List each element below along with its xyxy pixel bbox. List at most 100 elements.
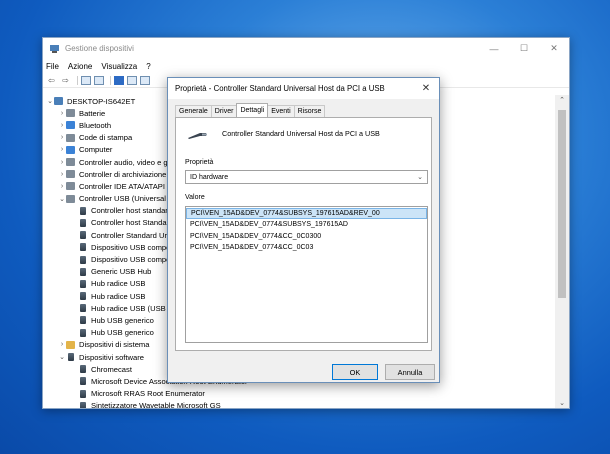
vertical-scrollbar[interactable]: ⌃ ⌄	[555, 95, 569, 408]
usb-device-icon	[80, 292, 86, 301]
ide-icon	[66, 182, 75, 191]
list-view-icon[interactable]	[127, 75, 137, 85]
tree-item-label: DESKTOP-IS642ET	[67, 96, 136, 106]
tree-item-label: Controller IDE ATA/ATAPI	[79, 181, 165, 191]
usb-device-icon	[80, 231, 86, 240]
tree-item-label: Sintetizzatore Wavetable Microsoft GS	[91, 401, 221, 408]
usb-device-icon	[80, 243, 86, 252]
maximize-button[interactable]: ☐	[509, 38, 539, 59]
tab-dettagli[interactable]: Dettagli	[236, 103, 269, 117]
chevron-right-icon[interactable]: ›	[58, 110, 66, 117]
menu-help[interactable]: ?	[146, 62, 150, 71]
chevron-right-icon[interactable]: ›	[58, 183, 66, 190]
minimize-button[interactable]: —	[479, 38, 509, 59]
tree-item-label: Controller host Standard	[91, 218, 174, 228]
dialog-close-button[interactable]: ✕	[413, 78, 439, 99]
tree-item-label: Hub radice USB	[91, 279, 146, 289]
computer-root-icon	[54, 97, 63, 106]
scroll-up-icon[interactable]: ⌃	[555, 96, 569, 104]
usb-device-icon	[80, 267, 86, 276]
window-title: Gestione dispositivi	[65, 44, 134, 53]
cancel-button[interactable]: Annulla	[385, 364, 435, 380]
property-label: Proprietà	[185, 159, 214, 166]
software-device-icon	[68, 353, 74, 362]
chevron-down-icon[interactable]: ⌄	[58, 353, 66, 361]
tab-risorse[interactable]: Risorse	[293, 105, 326, 117]
value-item[interactable]: PCI\VEN_15AD&DEV_0774&CC_0C0300	[186, 231, 427, 242]
tree-item-label: Code di stampa	[79, 133, 133, 143]
usb-controller-icon	[186, 130, 208, 140]
value-item[interactable]: PCI\VEN_15AD&DEV_0774&SUBSYS_197615AD&RE…	[186, 208, 427, 220]
menu-visualizza[interactable]: Visualizza	[101, 62, 137, 71]
tree-item[interactable]: Microsoft RRAS Root Enumerator	[43, 388, 555, 400]
tree-item-label: Hub USB generico	[91, 328, 154, 338]
tree-item-label: Hub USB generico	[91, 315, 154, 325]
menu-bar: File Azione Visualizza ?	[43, 59, 569, 73]
software-item-icon	[80, 389, 86, 398]
printer-icon	[66, 133, 75, 142]
usb-device-icon	[80, 328, 86, 337]
scrollbar-thumb[interactable]	[558, 110, 566, 298]
title-bar[interactable]: Gestione dispositivi — ☐ ✕	[43, 38, 569, 59]
monitor-icon	[66, 145, 75, 154]
menu-azione[interactable]: Azione	[68, 62, 92, 71]
dialog-title: Proprietà - Controller Standard Universa…	[175, 84, 385, 93]
usb-device-icon	[80, 255, 86, 264]
system-folder-icon	[66, 340, 75, 349]
properties-icon[interactable]	[94, 75, 104, 85]
chevron-right-icon[interactable]: ›	[58, 134, 66, 141]
tab-generale[interactable]: Generale	[175, 105, 212, 117]
close-button[interactable]: ✕	[539, 38, 569, 59]
value-label: Valore	[185, 194, 205, 201]
device-name: Controller Standard Universal Host da PC…	[222, 129, 380, 138]
usb-icon	[66, 194, 75, 203]
tree-item-label: Microsoft RRAS Root Enumerator	[91, 389, 205, 399]
chevron-down-icon[interactable]: ⌄	[58, 195, 66, 203]
usb-device-icon	[80, 279, 86, 288]
tab-driver[interactable]: Driver	[210, 105, 238, 117]
ok-button[interactable]: OK	[332, 364, 378, 380]
chevron-right-icon[interactable]: ›	[58, 341, 66, 348]
storage-icon	[66, 170, 75, 179]
chevron-right-icon[interactable]: ›	[58, 171, 66, 178]
software-item-icon	[80, 377, 86, 386]
toolbar-divider	[77, 75, 78, 85]
tree-item-label: Controller di archiviazione	[79, 169, 167, 179]
tree-item-label: Bluetooth	[79, 120, 112, 130]
tree-item-label: Generic USB Hub	[91, 267, 152, 277]
scan-icon[interactable]	[140, 75, 150, 85]
usb-device-icon	[80, 316, 86, 325]
chevron-right-icon[interactable]: ›	[58, 159, 66, 166]
properties-dialog: Proprietà - Controller Standard Universa…	[167, 77, 440, 383]
software-item-icon	[80, 365, 86, 374]
tab-strip: Generale Driver Dettagli Eventi Risorse	[175, 103, 326, 117]
tree-item-label: Dispositivi di sistema	[79, 340, 150, 350]
value-list[interactable]: PCI\VEN_15AD&DEV_0774&SUBSYS_197615AD&RE…	[185, 206, 428, 343]
menu-file[interactable]: File	[46, 62, 59, 71]
tab-eventi[interactable]: Eventi	[267, 105, 295, 117]
property-select[interactable]: ID hardware ⌄	[185, 170, 428, 184]
usb-device-icon	[80, 206, 86, 215]
tree-item[interactable]: Sintetizzatore Wavetable Microsoft GS	[43, 400, 555, 408]
chevron-down-icon: ⌄	[417, 174, 423, 181]
usb-device-icon	[80, 304, 86, 313]
forward-arrow-icon[interactable]: ⇨	[60, 76, 71, 85]
scroll-down-icon[interactable]: ⌄	[555, 399, 569, 407]
value-item[interactable]: PCI\VEN_15AD&DEV_0774&CC_0C03	[186, 242, 427, 253]
tree-item-label: Computer	[79, 145, 113, 155]
dialog-title-bar[interactable]: Proprietà - Controller Standard Universa…	[168, 78, 439, 99]
tree-item-label: Controller host standard	[91, 206, 173, 216]
chevron-right-icon[interactable]: ›	[58, 146, 66, 153]
help-icon[interactable]	[114, 75, 124, 85]
grid-view-icon[interactable]	[81, 75, 91, 85]
value-item[interactable]: PCI\VEN_15AD&DEV_0774&SUBSYS_197615AD	[186, 219, 427, 230]
chevron-right-icon[interactable]: ›	[58, 122, 66, 129]
property-select-value: ID hardware	[190, 173, 229, 181]
tree-item-label: Chromecast	[91, 364, 132, 374]
back-arrow-icon[interactable]: ⇦	[46, 76, 57, 85]
toolbar-divider	[110, 75, 111, 85]
chevron-down-icon[interactable]: ⌄	[46, 97, 54, 105]
device-manager-icon	[49, 44, 60, 54]
details-tab-page: Controller Standard Universal Host da PC…	[175, 117, 432, 351]
usb-device-icon	[80, 218, 86, 227]
